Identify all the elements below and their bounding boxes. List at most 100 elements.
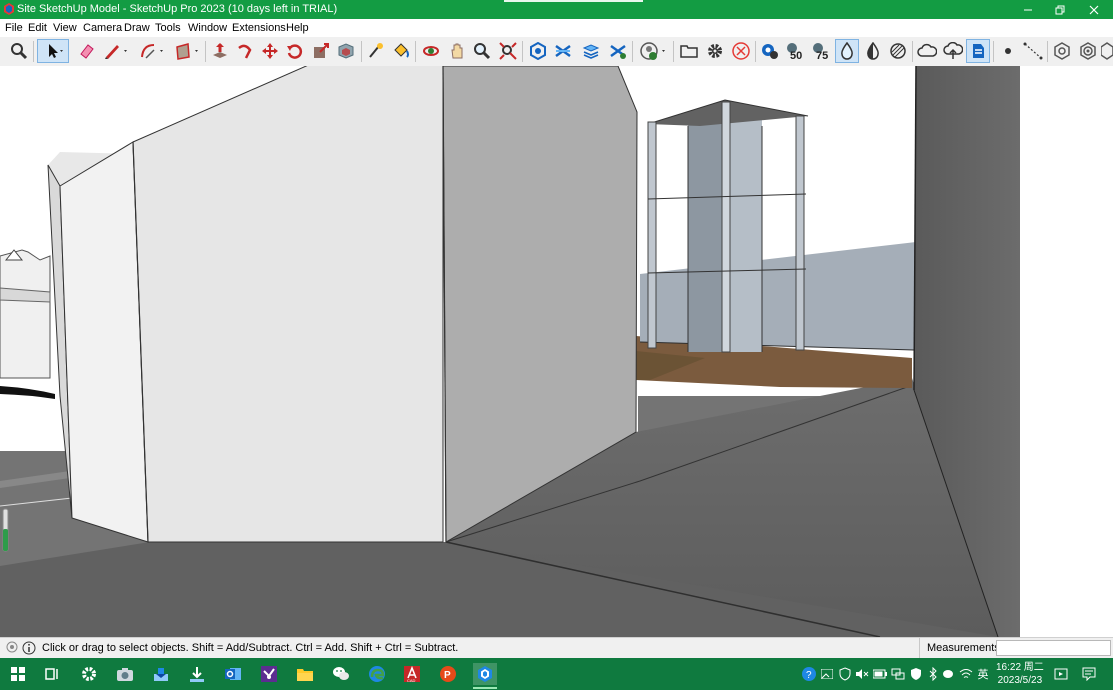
cloud-tool-1-button[interactable] <box>916 40 938 62</box>
wechat-tray-icon[interactable] <box>942 666 956 682</box>
camera-icon <box>117 668 133 681</box>
view-tool-75-button[interactable]: 75 <box>810 40 832 62</box>
component-tool-1-button[interactable] <box>1051 40 1073 62</box>
rotate-icon <box>287 44 303 59</box>
file-explorer-app[interactable] <box>294 663 316 685</box>
menu-edit[interactable]: Edit <box>28 21 47 35</box>
dimension-tool-button[interactable] <box>1022 40 1044 62</box>
menu-view[interactable]: View <box>53 21 77 35</box>
menu-draw[interactable]: Draw <box>124 21 150 35</box>
security-tray-icon[interactable] <box>838 666 852 682</box>
settings-app[interactable] <box>78 663 100 685</box>
menu-help[interactable]: Help <box>286 21 309 35</box>
shade-tool-2-button[interactable] <box>862 40 884 62</box>
tape-measure-tool-button[interactable] <box>365 40 387 62</box>
notifications-tray-icon[interactable] <box>1082 666 1096 682</box>
download-app[interactable] <box>186 663 208 685</box>
cloud-tool-2-button[interactable] <box>942 40 964 62</box>
view-tool-1-button[interactable] <box>759 40 781 62</box>
point-icon <box>1005 48 1011 54</box>
user-location-button[interactable] <box>637 40 669 62</box>
rotate-tool-button[interactable] <box>284 40 306 62</box>
title-drag-tab[interactable] <box>504 0 643 2</box>
wechat-app[interactable] <box>330 663 352 685</box>
settings-button[interactable] <box>704 40 726 62</box>
installer-app[interactable] <box>150 663 172 685</box>
help-tray-icon[interactable]: ? <box>800 666 817 682</box>
shade-tool-1-button[interactable] <box>835 39 859 63</box>
zoom-tool-button[interactable] <box>8 40 30 62</box>
zoom-view-button[interactable] <box>471 40 493 62</box>
cloud-tool-3-button[interactable] <box>966 39 990 63</box>
svg-text:75: 75 <box>816 50 828 60</box>
outlook-icon <box>225 668 241 680</box>
cancel-icon <box>732 42 750 60</box>
rectangle-tool-button[interactable] <box>172 40 202 62</box>
network-tray-icon[interactable] <box>891 666 905 682</box>
offset-tool-button[interactable] <box>335 40 357 62</box>
clock-date: 2023/5/23 <box>997 675 1043 686</box>
model-viewport[interactable] <box>0 66 1113 637</box>
cancel-button[interactable] <box>730 40 752 62</box>
droplet-icon <box>841 42 853 60</box>
follow-me-tool-button[interactable] <box>234 40 256 62</box>
camera-app[interactable] <box>114 663 136 685</box>
edge-app[interactable] <box>366 663 388 685</box>
mute-tray-icon[interactable] <box>855 666 869 682</box>
zoom-extents-button[interactable] <box>497 40 519 62</box>
task-view-button[interactable] <box>41 663 63 685</box>
show-desktop-tray-icon[interactable] <box>1054 666 1068 682</box>
shade-tool-3-button[interactable] <box>887 40 909 62</box>
push-pull-tool-button[interactable] <box>209 40 231 62</box>
paint-bucket-tool-button[interactable] <box>390 40 412 62</box>
arc-tool-button[interactable] <box>137 40 167 62</box>
toolbar-overflow[interactable] <box>1100 40 1113 62</box>
component-tool-2-button[interactable] <box>1077 40 1099 62</box>
windows-start-button[interactable] <box>7 663 29 685</box>
shield-tray-icon[interactable] <box>909 666 923 682</box>
sketchup-logo-icon <box>3 3 15 15</box>
ime-indicator[interactable]: 英 <box>976 666 990 682</box>
section-plane-button[interactable] <box>527 40 549 62</box>
svg-text:P: P <box>444 670 451 681</box>
menu-camera[interactable]: Camera <box>83 21 122 35</box>
measurements-input[interactable] <box>996 640 1111 656</box>
close-button[interactable] <box>1077 0 1111 19</box>
dimension-icon <box>1023 42 1043 60</box>
view-tool-50-button[interactable]: 50 <box>784 40 806 62</box>
orbit-tool-button[interactable] <box>420 40 442 62</box>
outlook-app[interactable] <box>222 663 244 685</box>
menu-tools[interactable]: Tools <box>155 21 181 35</box>
restore-button[interactable] <box>1043 0 1077 19</box>
battery-tray-icon[interactable] <box>873 666 887 682</box>
photos-tray-icon[interactable] <box>820 666 834 682</box>
eraser-tool-button[interactable] <box>76 40 98 62</box>
sandbox-tool-1-button[interactable] <box>552 40 574 62</box>
magnifier-icon <box>11 43 28 60</box>
geo-location-icon[interactable] <box>6 641 18 658</box>
status-message: Click or drag to select objects. Shift =… <box>42 642 459 654</box>
svg-text:?: ? <box>806 670 812 681</box>
status-bar: Click or drag to select objects. Shift =… <box>0 637 1113 659</box>
point-tool-button[interactable] <box>997 40 1019 62</box>
bluetooth-tray-icon[interactable] <box>926 666 940 682</box>
sketchup-app[interactable] <box>473 663 497 685</box>
scale-tool-button[interactable] <box>310 40 332 62</box>
minimize-button[interactable] <box>1011 0 1045 19</box>
clock[interactable]: 16:22 周二 2023/5/23 <box>996 661 1044 687</box>
menu-file[interactable]: File <box>5 21 23 35</box>
autocad-app[interactable]: CAD <box>401 663 423 685</box>
open-folder-button[interactable] <box>678 40 700 62</box>
visual-studio-app[interactable] <box>258 663 280 685</box>
menu-window[interactable]: Window <box>188 21 227 35</box>
sandbox-tool-2-button[interactable] <box>580 40 602 62</box>
line-tool-button[interactable] <box>101 40 131 62</box>
sandbox-tool-3-button[interactable] <box>607 40 629 62</box>
move-tool-button[interactable] <box>259 40 281 62</box>
wifi-tray-icon[interactable] <box>959 666 973 682</box>
info-icon[interactable] <box>22 641 36 658</box>
menu-extensions[interactable]: Extensions <box>232 21 286 35</box>
select-tool-button[interactable] <box>37 39 69 63</box>
pan-tool-button[interactable] <box>446 40 468 62</box>
powerpoint-app[interactable]: P <box>437 663 459 685</box>
